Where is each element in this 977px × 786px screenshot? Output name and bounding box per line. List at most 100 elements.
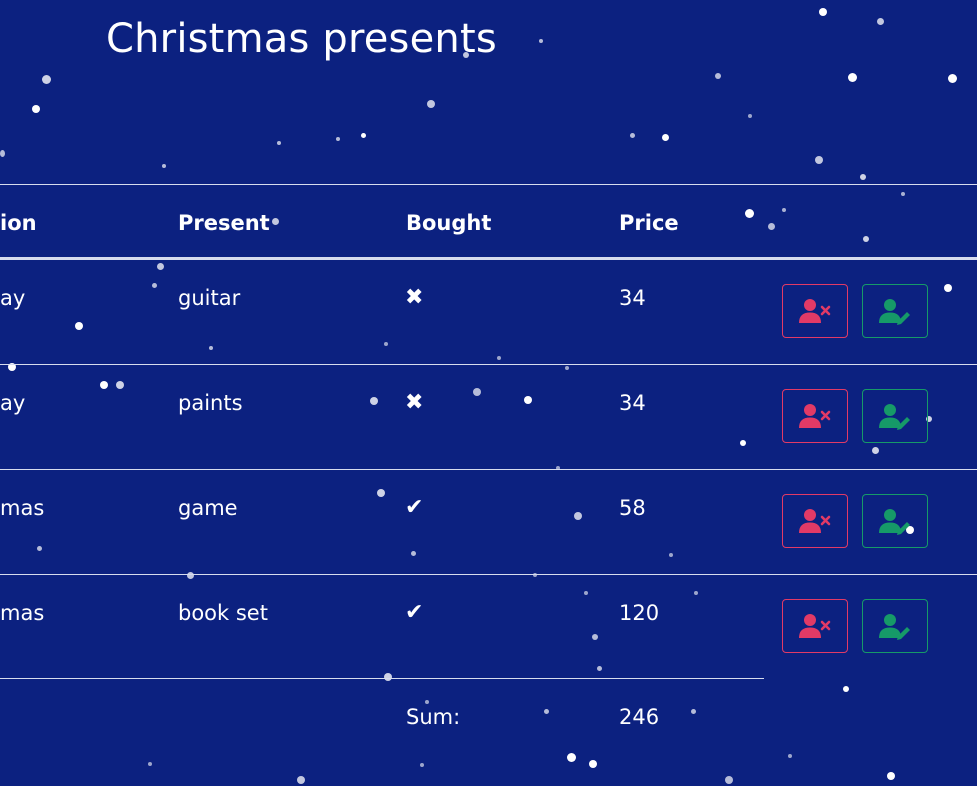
snowflake: [694, 591, 698, 595]
row-present: book set: [178, 601, 268, 625]
snowflake: [297, 776, 305, 784]
snowflake: [843, 686, 849, 692]
snowflake: [336, 137, 340, 141]
snowflake: [725, 776, 733, 784]
snowflake: [37, 546, 42, 551]
snowflake: [745, 209, 754, 218]
snowflake: [669, 553, 673, 557]
snowflake: [420, 763, 424, 767]
snowflake: [539, 39, 543, 43]
snowflake: [524, 396, 532, 404]
snowflake: [877, 18, 884, 25]
snowflake: [42, 75, 51, 84]
snowflake: [788, 754, 792, 758]
snowflake: [75, 322, 83, 330]
snowflake: [162, 164, 166, 168]
snowflake: [277, 141, 281, 145]
snowflake: [377, 489, 385, 497]
row-present: paints: [178, 391, 243, 415]
snowflake: [740, 440, 746, 446]
edit-present-button[interactable]: [862, 599, 928, 653]
snowflake: [427, 100, 435, 108]
column-header-present: Present: [178, 211, 270, 235]
remove-user-icon: [799, 509, 831, 533]
snowflake: [100, 381, 108, 389]
column-header-bought: Bought: [406, 211, 492, 235]
row-present: guitar: [178, 286, 241, 310]
snowflake: [157, 263, 164, 270]
table-footer-divider: [0, 678, 764, 679]
snowflake: [848, 73, 857, 82]
remove-user-icon: [799, 614, 831, 638]
snowflake: [497, 356, 501, 360]
snowflake: [116, 381, 124, 389]
snowflake: [567, 753, 576, 762]
row-price: 34: [619, 391, 646, 415]
row-divider: [0, 574, 977, 575]
snowflake: [272, 218, 279, 225]
snowflake: [944, 284, 952, 292]
snowflake: [782, 208, 786, 212]
row-occasion: mas: [0, 496, 45, 520]
remove-user-icon: [799, 404, 831, 428]
snowflake: [863, 236, 869, 242]
snowflake: [691, 709, 696, 714]
edit-user-icon: [879, 299, 910, 325]
snowflake: [148, 762, 152, 766]
row-price: 120: [619, 601, 660, 625]
edit-user-icon: [879, 614, 910, 640]
table-top-divider: [0, 184, 977, 185]
edit-present-button[interactable]: [862, 284, 928, 338]
remove-user-icon: [799, 299, 831, 323]
snowflake: [574, 512, 582, 520]
delete-present-button[interactable]: [782, 599, 848, 653]
snowflake: [860, 174, 866, 180]
edit-present-button[interactable]: [862, 494, 928, 548]
snowflake: [630, 133, 635, 138]
page-title: Christmas presents: [106, 16, 497, 62]
table-header-divider: [0, 257, 977, 260]
delete-present-button[interactable]: [782, 389, 848, 443]
snowflake: [584, 591, 588, 595]
row-occasion: mas: [0, 601, 45, 625]
snowflake: [948, 74, 957, 83]
snowflake: [209, 346, 213, 350]
snowflake: [0, 150, 5, 157]
row-divider: [0, 364, 977, 365]
column-header-price: Price: [619, 211, 679, 235]
snowflake: [815, 156, 823, 164]
checkmark-icon: ✔: [405, 495, 424, 520]
snowflake: [592, 634, 598, 640]
snowflake: [901, 192, 905, 196]
delete-present-button[interactable]: [782, 284, 848, 338]
row-price: 58: [619, 496, 646, 520]
row-price: 34: [619, 286, 646, 310]
snowflake: [715, 73, 721, 79]
snowflake: [370, 397, 378, 405]
snowflake: [748, 114, 752, 118]
snowflake: [384, 673, 392, 681]
snowflake: [361, 133, 366, 138]
edit-present-button[interactable]: [862, 389, 928, 443]
column-header-occasion: ion: [0, 211, 37, 235]
row-divider: [0, 469, 977, 470]
snowflake: [589, 760, 597, 768]
snowflake: [152, 283, 157, 288]
row-occasion: ay: [0, 391, 26, 415]
snowflake: [411, 551, 416, 556]
checkmark-icon: ✔: [405, 600, 424, 625]
edit-user-icon: [879, 404, 910, 430]
snowflake: [565, 366, 569, 370]
x-icon: ✖: [405, 285, 424, 310]
edit-user-icon: [879, 509, 910, 535]
snowflake: [32, 105, 40, 113]
snowflake: [768, 223, 775, 230]
snowflake: [473, 388, 481, 396]
delete-present-button[interactable]: [782, 494, 848, 548]
row-occasion: ay: [0, 286, 26, 310]
snowflake: [384, 342, 388, 346]
snowflake: [662, 134, 669, 141]
x-icon: ✖: [405, 390, 424, 415]
snowflake: [872, 447, 879, 454]
row-present: game: [178, 496, 238, 520]
